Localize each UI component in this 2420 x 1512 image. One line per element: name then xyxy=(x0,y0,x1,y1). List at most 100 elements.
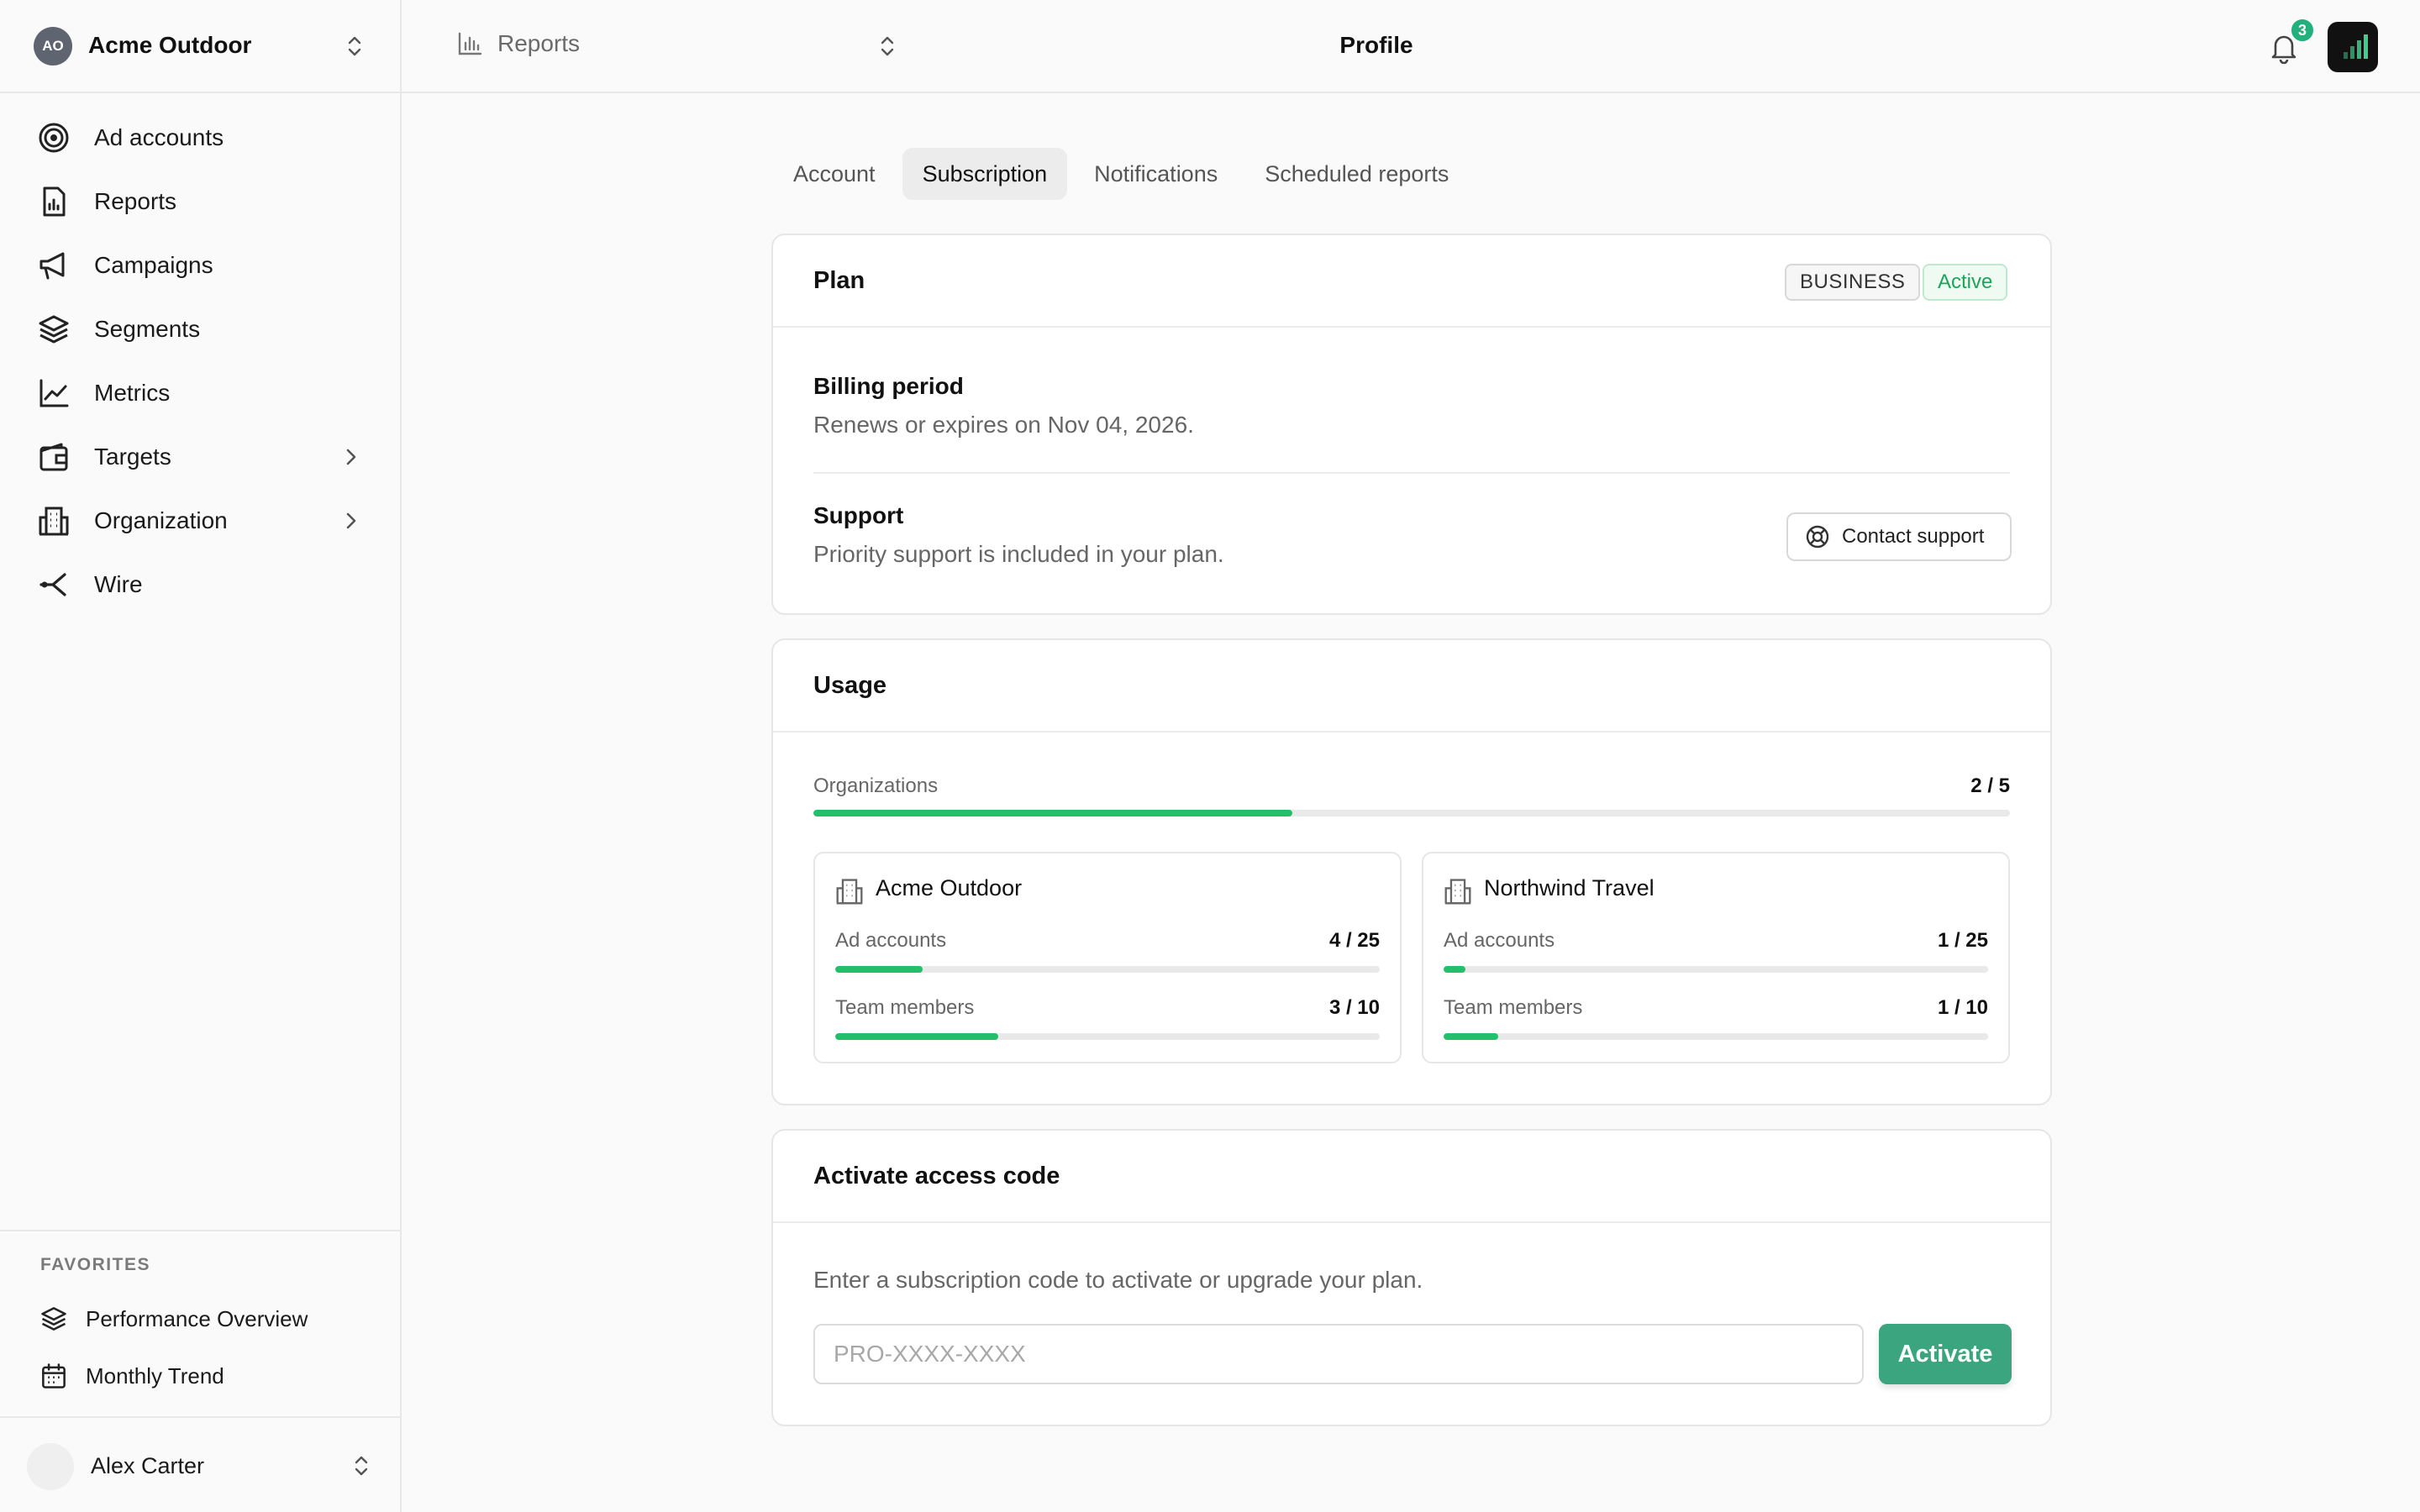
chevron-up-down-icon xyxy=(355,1456,368,1476)
activate-button[interactable]: Activate xyxy=(1879,1324,2012,1384)
lifebuoy-icon xyxy=(1806,525,1829,549)
team-members-label: Team members xyxy=(835,996,975,1019)
calendar-icon xyxy=(42,1363,66,1389)
support-title: Support xyxy=(813,502,904,528)
tab-scheduled-reports[interactable]: Scheduled reports xyxy=(1244,148,1469,200)
favorite-item-label: Monthly Trend xyxy=(86,1362,224,1389)
chevron-up-down-icon xyxy=(348,36,361,56)
divider xyxy=(813,472,2010,474)
progress-fill xyxy=(1444,966,1465,973)
team-members-count: 1 / 10 xyxy=(1937,996,1988,1019)
layers-icon xyxy=(37,312,71,346)
topbar: Reports Profile 3 xyxy=(402,0,2420,93)
wallet-icon xyxy=(37,440,71,474)
sidebar-item-reports[interactable]: Reports xyxy=(37,181,373,222)
org-name: Acme Outdoor xyxy=(88,32,252,58)
chevron-up-down-icon[interactable] xyxy=(877,34,897,59)
sidebar-item-label: Reports xyxy=(94,188,177,214)
tab-notifications[interactable]: Notifications xyxy=(1074,148,1238,200)
org-usage-name: Acme Outdoor xyxy=(876,875,1023,900)
contact-support-label: Contact support xyxy=(1842,525,1985,548)
access-code-card: Activate access code Enter a subscriptio… xyxy=(771,1129,2052,1426)
favorite-item-label: Performance Overview xyxy=(86,1305,308,1331)
team-members-label: Team members xyxy=(1444,996,1583,1019)
org-usage-name: Northwind Travel xyxy=(1484,875,1655,900)
chevron-right-icon xyxy=(346,449,356,465)
access-code-input[interactable] xyxy=(813,1324,1864,1384)
tab-account[interactable]: Account xyxy=(773,148,896,200)
ad-accounts-progress xyxy=(1444,966,1988,973)
user-name: Alex Carter xyxy=(91,1453,205,1478)
usage-title: Usage xyxy=(813,672,887,699)
chevron-right-icon xyxy=(346,512,356,529)
organizations-label: Organizations xyxy=(813,774,939,797)
tab-subscription[interactable]: Subscription xyxy=(902,148,1068,200)
access-code-description: Enter a subscription code to activate or… xyxy=(813,1267,1423,1293)
favorite-item-performance-overview[interactable]: Performance Overview xyxy=(40,1302,308,1336)
progress-fill xyxy=(1444,1033,1498,1040)
sidebar-item-ad-accounts[interactable]: Ad accounts xyxy=(37,118,373,158)
plan-card-header: Plan BUSINESS Active xyxy=(773,235,2050,328)
favorites-section: FAVORITES Performance Overview Monthly T… xyxy=(0,1230,400,1416)
organizations-progress xyxy=(813,810,2010,816)
ad-accounts-progress xyxy=(835,966,1380,973)
page-title: Profile xyxy=(1339,32,1413,58)
org-usage-card-acme-outdoor: Acme Outdoor Ad accounts 4 / 25 Team mem… xyxy=(813,852,1402,1063)
favorite-item-monthly-trend[interactable]: Monthly Trend xyxy=(40,1359,224,1393)
billing-period-text: Renews or expires on Nov 04, 2026. xyxy=(813,412,1194,438)
app-logo[interactable] xyxy=(2328,22,2378,72)
usage-card-header: Usage xyxy=(773,640,2050,732)
layers-icon xyxy=(41,1307,66,1331)
billing-period-title: Billing period xyxy=(813,373,964,399)
sidebar-item-segments[interactable]: Segments xyxy=(37,309,373,349)
team-members-progress xyxy=(1444,1033,1988,1040)
sidebar: AO Acme Outdoor Ad accounts Reports Camp… xyxy=(0,0,402,1512)
line-chart-icon xyxy=(37,376,71,410)
plan-title: Plan xyxy=(813,267,865,294)
target-icon xyxy=(37,121,71,155)
sidebar-item-campaigns[interactable]: Campaigns xyxy=(37,245,373,286)
breadcrumb: Reports xyxy=(497,30,581,56)
org-avatar: AO xyxy=(34,27,72,66)
org-switcher[interactable]: AO Acme Outdoor xyxy=(0,0,400,93)
branch-icon xyxy=(37,568,71,601)
team-members-progress xyxy=(835,1033,1380,1040)
bar-chart-icon xyxy=(458,32,482,55)
org-usage-card-northwind-travel: Northwind Travel Ad accounts 1 / 25 Team… xyxy=(1422,852,2010,1063)
sidebar-item-label: Metrics xyxy=(94,380,171,406)
favorites-title: FAVORITES xyxy=(40,1255,150,1274)
progress-fill xyxy=(835,1033,999,1040)
building-icon xyxy=(836,879,863,905)
signal-bars-icon xyxy=(2344,34,2368,59)
building-icon xyxy=(37,504,71,538)
sidebar-item-organization[interactable]: Organization xyxy=(37,501,373,541)
sidebar-item-label: Wire xyxy=(94,571,143,597)
building-icon xyxy=(1444,879,1471,905)
user-menu[interactable]: Alex Carter xyxy=(0,1416,400,1512)
notification-badge: 3 xyxy=(2289,17,2316,44)
access-code-title: Activate access code xyxy=(813,1163,1060,1189)
team-members-count: 3 / 10 xyxy=(1328,996,1380,1019)
plan-tier-badge: BUSINESS xyxy=(1785,264,1921,301)
organizations-count: 2 / 5 xyxy=(1970,774,2010,797)
status-badge: Active xyxy=(1923,264,2008,301)
megaphone-icon xyxy=(37,249,71,282)
ad-accounts-count: 4 / 25 xyxy=(1328,929,1380,952)
avatar xyxy=(27,1443,74,1490)
usage-card: Usage Organizations 2 / 5 Acme Outdoor A… xyxy=(771,638,2052,1105)
ad-accounts-label: Ad accounts xyxy=(835,929,947,952)
sidebar-item-wire[interactable]: Wire xyxy=(37,564,373,605)
progress-fill xyxy=(835,966,923,973)
report-selector[interactable]: Reports xyxy=(457,30,580,57)
sidebar-item-label: Segments xyxy=(94,316,201,342)
support-text: Priority support is included in your pla… xyxy=(813,541,1224,567)
access-code-card-header: Activate access code xyxy=(773,1131,2050,1223)
contact-support-button[interactable]: Contact support xyxy=(1786,512,2012,561)
sidebar-item-metrics[interactable]: Metrics xyxy=(37,373,373,413)
sidebar-item-label: Campaigns xyxy=(94,252,213,278)
ad-accounts-label: Ad accounts xyxy=(1444,929,1555,952)
plan-card: Plan BUSINESS Active Billing period Rene… xyxy=(771,234,2052,615)
sidebar-item-label: Targets xyxy=(94,444,171,470)
sidebar-item-label: Ad accounts xyxy=(94,124,224,150)
sidebar-item-targets[interactable]: Targets xyxy=(37,437,373,477)
